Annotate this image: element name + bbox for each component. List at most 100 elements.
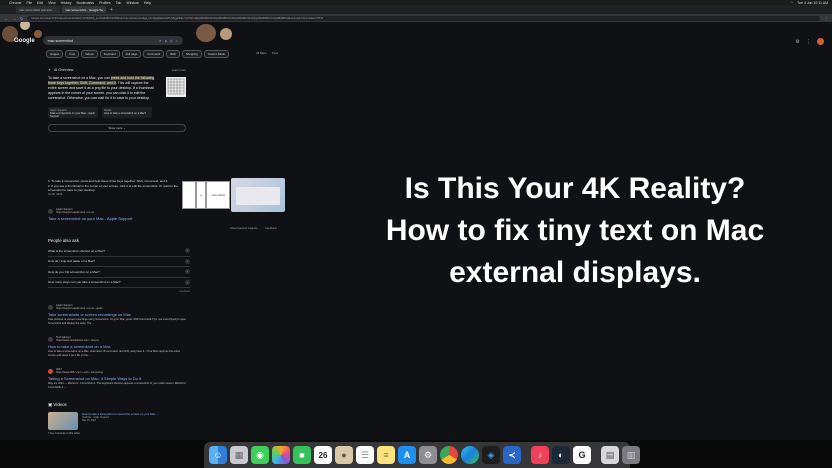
apps-grid-icon[interactable]: ⋮ — [806, 39, 811, 45]
menubar-status: ◠ Tue 4 Jun 10:11 AM — [790, 1, 828, 5]
address-bar[interactable]: google.com/search?q=mac+screenshot&rlz=1… — [27, 15, 820, 21]
filter-chip[interactable]: Web — [166, 50, 180, 58]
system-settings-icon[interactable]: ⚙ — [419, 446, 437, 464]
result-source: Apple Support https://support.apple.com … — [48, 208, 188, 214]
music-icon[interactable]: ♪ — [531, 446, 549, 464]
snippet-footer: About featured snippets Feedback — [230, 227, 277, 230]
photos-icon[interactable] — [272, 446, 290, 464]
result-title-link[interactable]: How to take a screenshot on a Mac — [48, 344, 188, 349]
sparkle-icon: ✦ — [48, 68, 52, 72]
github-icon[interactable]: G — [573, 446, 591, 464]
lens-icon[interactable]: ◎ — [170, 39, 173, 43]
wifi-icon[interactable]: ◠ — [790, 1, 793, 5]
doodle-decoration — [220, 28, 232, 40]
source-card-snippet: How to take a screenshot on a Mac? — [104, 112, 147, 115]
paa-question[interactable]: How do you Ctrl screenshot on a Mac? ⌄ — [48, 267, 190, 278]
filter-chip[interactable]: Shopping — [181, 50, 202, 58]
key-moments-label[interactable]: 7 key moments in this video — [48, 432, 190, 435]
filter-chip[interactable]: Full page — [121, 50, 142, 58]
trash-icon[interactable]: ▥ — [622, 446, 640, 464]
site-favicon — [48, 368, 53, 374]
snippet-images[interactable]: + command — [182, 178, 285, 212]
filter-tools: All filters Tools — [256, 51, 278, 55]
reminders-icon[interactable]: ☰ — [356, 446, 374, 464]
search-result: 2047 https://www.2047.com › tech › comput… — [48, 368, 188, 389]
video-thumbnail[interactable] — [48, 412, 78, 430]
contacts-icon[interactable]: ● — [335, 446, 353, 464]
tools-button[interactable]: Tools — [272, 51, 279, 55]
browser-tab-1[interactable]: mac screenshot text size — [16, 6, 60, 13]
menu-history[interactable]: History — [61, 1, 72, 5]
paa-question[interactable]: How do I snip and paste on a Mac? ⌄ — [48, 257, 190, 267]
paa-question-text: How do I snip and paste on a Mac? — [48, 259, 96, 264]
result-source: 2047 https://www.2047.com › tech › comput… — [48, 368, 188, 374]
browser-tab-2[interactable]: mac screenshot - Google Se... — [62, 6, 106, 13]
facetime-icon[interactable]: ■ — [293, 446, 311, 464]
filter-chip[interactable]: Crop — [65, 50, 80, 58]
all-filters-button[interactable]: All filters — [256, 51, 267, 55]
filter-chip[interactable]: Custom Mode — [203, 50, 230, 58]
source-card[interactable]: Reddit How to take a screenshot on a Mac… — [102, 107, 152, 118]
search-result: Apple Support https://support.apple.com ›… — [48, 304, 188, 325]
menu-profiles[interactable]: Profiles — [99, 1, 111, 5]
menu-view[interactable]: View — [48, 1, 56, 5]
vscode-icon[interactable]: ≺ — [503, 446, 521, 464]
settings-gear-icon[interactable]: ⚙ — [796, 39, 800, 45]
menu-tab[interactable]: Tab — [116, 1, 122, 5]
app-store-icon[interactable]: A — [398, 446, 416, 464]
davinci-icon[interactable]: ◈ — [482, 446, 500, 464]
google-logo[interactable]: Google — [14, 38, 35, 44]
learn-more-link[interactable]: Learn more — [172, 68, 186, 72]
filter-chip[interactable]: Videos — [81, 50, 98, 58]
search-input[interactable]: mac screenshot ✕ ● ◎ ⌕ — [42, 36, 183, 45]
source-card[interactable]: Apple Support Take a screenshot on your … — [48, 107, 98, 118]
menu-file[interactable]: File — [26, 1, 32, 5]
preview-icon[interactable]: ▤ — [601, 446, 619, 464]
search-icon[interactable]: ⌕ — [176, 39, 178, 43]
forward-icon[interactable]: → — [12, 16, 16, 21]
show-more-button[interactable]: Show more ⌄ — [48, 124, 186, 132]
paa-feedback-link[interactable]: Feedback — [48, 290, 191, 293]
result-title-link[interactable]: Take screenshots or screen recordings on… — [48, 312, 188, 317]
clear-icon[interactable]: ✕ — [159, 39, 162, 43]
steam-icon[interactable]: ◐ — [552, 446, 570, 464]
ai-overview: ✦ AI Overview Learn more To take a scree… — [48, 68, 186, 132]
avatar[interactable] — [817, 38, 824, 45]
edge-icon[interactable] — [461, 446, 479, 464]
calendar-icon[interactable]: 26 — [314, 446, 332, 464]
paa-question[interactable]: What is the screenshot shortcut on a Mac… — [48, 246, 190, 257]
menu-help[interactable]: Help — [144, 1, 151, 5]
reload-icon[interactable]: ↻ — [20, 16, 23, 21]
feedback-link[interactable]: Feedback — [265, 227, 276, 230]
menu-edit[interactable]: Edit — [37, 1, 43, 5]
back-icon[interactable]: ← — [4, 16, 8, 21]
filter-chip[interactable]: Command — [143, 50, 165, 58]
notes-icon[interactable]: ≡ — [377, 446, 395, 464]
browser-toolbar: ← → ↻ google.com/search?q=mac+screenshot… — [0, 14, 832, 22]
filter-chip[interactable]: Images — [46, 50, 64, 58]
keyboard-thumbnail[interactable] — [166, 77, 186, 97]
menubar-clock[interactable]: Tue 4 Jun 10:11 AM — [797, 1, 828, 5]
source-card-snippet: Take a screenshot on your Mac - Apple Su… — [50, 112, 95, 118]
mic-icon[interactable]: ● — [165, 39, 167, 43]
new-tab-icon[interactable]: + — [110, 7, 113, 13]
screenshot-preview-image — [231, 178, 285, 212]
result-url: https://www.techadvisor.com › how-to — [56, 339, 99, 342]
menu-window[interactable]: Window — [126, 1, 138, 5]
menu-bookmarks[interactable]: Bookmarks — [77, 1, 95, 5]
video-result[interactable]: How to take a screenshot or record the s… — [48, 412, 190, 430]
menu-chrome[interactable]: Chrome — [9, 1, 21, 5]
result-title-link[interactable]: Taking a Screenshot on Mac: 4 Simple Way… — [48, 376, 188, 381]
launchpad-icon[interactable]: ▦ — [230, 446, 248, 464]
browser-menu-icon[interactable]: ⋮ — [824, 16, 828, 21]
messages-icon[interactable]: ◉ — [251, 446, 269, 464]
filter-chip[interactable]: Keyboard — [99, 50, 120, 58]
videos-title: ▣ Videos — [48, 402, 190, 408]
chrome-icon[interactable] — [440, 446, 458, 464]
paa-question[interactable]: How many ways can you take a screenshot … — [48, 278, 190, 288]
about-snippets-link[interactable]: About featured snippets — [230, 227, 257, 230]
result-title-link[interactable]: Take a screenshot on your Mac - Apple Su… — [48, 216, 188, 221]
finder-icon[interactable]: ☺ — [209, 446, 227, 464]
site-favicon — [48, 304, 53, 310]
result-snippet: Take pictures or screen recordings using… — [48, 318, 187, 325]
